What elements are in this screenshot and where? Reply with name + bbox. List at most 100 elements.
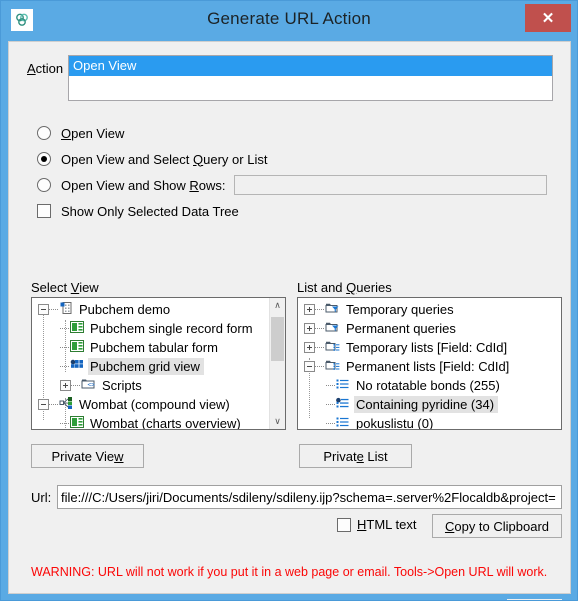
query-folder-icon [325,321,340,336]
list-folder-icon [325,359,340,374]
list-folder-icon [325,340,340,355]
select-view-tree[interactable]: Pubchem demo Pubchem single record form … [31,297,286,430]
url-input[interactable] [57,485,562,509]
list-and-queries-label: List and Queries [297,280,392,295]
checkbox-label: Show Only Selected Data Tree [61,203,239,219]
tree-node-label: Pubchem tabular form [90,340,218,355]
tree-node[interactable]: Permanent queries [298,319,561,338]
action-list[interactable]: Open View [68,55,553,101]
checkbox-box[interactable] [337,517,351,532]
tree-node-label: Temporary queries [346,302,454,317]
radio-label: Open View and Show Rows: [61,177,226,193]
html-text-checkbox-row[interactable]: HTML text [337,517,416,532]
grid-view-icon [70,359,84,374]
expand-toggle-icon[interactable] [304,323,315,334]
tree-guide-dots [60,346,69,349]
tree-node-label: Temporary lists [Field: CdId] [346,340,508,355]
tree-node[interactable]: Containing pyridine (34) [298,395,561,414]
tree-node-label: Containing pyridine (34) [354,396,499,413]
radio-button[interactable] [37,178,51,192]
tree-node[interactable]: No rotatable bonds (255) [298,376,561,395]
collapse-toggle-icon[interactable] [38,304,49,315]
query-folder-icon [325,302,340,317]
collapse-toggle-icon[interactable] [304,361,315,372]
list-active-icon [336,397,350,412]
tree-node[interactable]: Wombat (compound view) [32,395,285,414]
form-icon [70,321,84,336]
tree-node-label: Pubchem single record form [90,321,253,336]
database-icon [59,301,73,318]
form-icon [70,340,84,355]
tree-guide-dots [49,308,58,311]
radio-button[interactable] [37,152,51,166]
tree-node-label: Scripts [102,378,142,393]
checkbox-show-only-selected-data-tree[interactable]: Show Only Selected Data Tree [37,198,557,224]
url-label: Url: [31,490,52,505]
tree-content: Pubchem demo Pubchem single record form … [32,298,285,430]
scrollbar-thumb[interactable] [271,317,284,361]
action-list-item[interactable]: Open View [69,56,552,76]
tree-node-label: Pubchem grid view [88,358,204,375]
list-and-queries-tree[interactable]: Temporary queries Permanent queries Temp… [297,297,562,430]
radio-open-view-select-query[interactable]: Open View and Select Query or List [37,146,557,172]
private-view-button[interactable]: Private View [31,444,144,468]
radio-open-view-show-rows[interactable]: Open View and Show Rows: [37,172,557,198]
tree-guide-dots [60,422,69,425]
tree-node-label: Permanent lists [Field: CdId] [346,359,510,374]
window-title: Generate URL Action [207,9,371,28]
scroll-down-icon[interactable]: ∨ [270,414,285,429]
show-rows-input[interactable] [233,175,547,195]
tree-node[interactable]: Wombat (charts overview) [32,414,285,430]
radio-button[interactable] [37,126,51,140]
expand-toggle-icon[interactable] [304,304,315,315]
dialog-window: Generate URL Action ✕ Action Open View O… [0,0,578,601]
tree-node-label: No rotatable bonds (255) [356,378,500,393]
title-bar: Generate URL Action ✕ [1,1,577,39]
tree-node-label: pokuslistu (0) [356,416,434,430]
tree-guide-dots [49,403,58,406]
tree-node-label: Wombat (charts overview) [90,416,241,430]
tree-node[interactable]: Temporary lists [Field: CdId] [298,338,561,357]
warning-message: WARNING: URL will not work if you put it… [31,565,548,579]
tree-guide-dots [326,403,335,406]
radio-open-view[interactable]: Open View [37,120,557,146]
checkbox-box[interactable] [37,204,51,218]
tree-guide-dots [315,327,324,330]
tree-guide-dots [326,384,335,387]
script-folder-icon: <> [81,378,96,393]
tree-node[interactable]: pokuslistu (0) [298,414,561,430]
tree-node[interactable]: <> Scripts [32,376,285,395]
tree-guide-dots [315,365,324,368]
tree-content: Temporary queries Permanent queries Temp… [298,298,561,430]
html-text-label: HTML text [357,517,417,532]
tree-node[interactable]: Temporary queries [298,300,561,319]
tree-guide-dots [326,422,335,425]
options-group: Open View Open View and Select Query or … [37,120,557,224]
list-icon [336,378,350,393]
tree-node-label: Permanent queries [346,321,456,336]
scroll-up-icon[interactable]: ∧ [270,298,285,313]
tree-vertical-scrollbar[interactable]: ∧ ∨ [269,298,285,429]
tree-guide-dots [315,346,324,349]
collapse-toggle-icon[interactable] [38,399,49,410]
list-icon [336,416,350,429]
tree-node-label: Pubchem demo [79,302,171,317]
select-view-label: Select View [31,280,99,295]
window-close-icon[interactable]: ✕ [525,4,571,32]
tree-node[interactable]: Pubchem tabular form [32,338,285,357]
expand-toggle-icon[interactable] [304,342,315,353]
dialog-content: Action Open View Open View Open View and… [8,41,571,600]
svg-text:<>: <> [88,382,96,389]
private-list-button[interactable]: Private List [299,444,412,468]
radio-label: Open View and Select Query or List [61,151,268,167]
tree-node[interactable]: Pubchem grid view [32,357,285,376]
tree-node[interactable]: Pubchem demo [32,300,285,319]
tree-guide-dots [60,327,69,330]
expand-toggle-icon[interactable] [60,380,71,391]
form-icon [70,416,84,429]
copy-to-clipboard-button[interactable]: Copy to Clipboard [432,514,562,538]
tree-node[interactable]: Pubchem single record form [32,319,285,338]
tree-guide-dots [60,365,69,368]
tree-node[interactable]: Permanent lists [Field: CdId] [298,357,561,376]
tree-node-label: Wombat (compound view) [79,397,230,412]
